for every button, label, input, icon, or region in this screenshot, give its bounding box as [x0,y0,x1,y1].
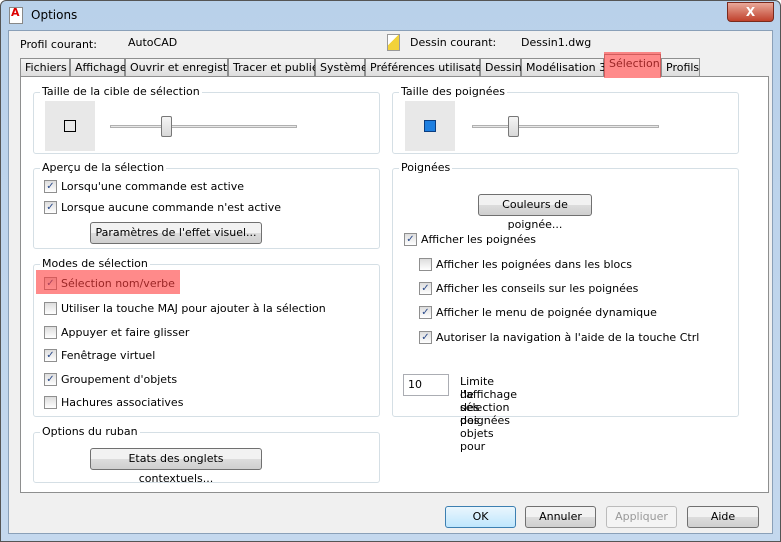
autocad-logo-icon [9,6,23,24]
checkbox-label: Afficher les poignées [421,233,537,246]
group-label: Poignées [399,161,453,174]
checkbox-label: Lorsqu'une commande est active [61,180,245,193]
grip-size-slider[interactable] [472,125,659,128]
grip-square-icon [424,120,436,132]
help-button[interactable]: Aide [687,506,759,528]
checkbox-icon[interactable] [44,326,57,339]
checkbox-checked-icon[interactable]: ✓ [44,349,57,362]
group-label: Options du ruban [40,425,140,438]
tab-5[interactable]: Préférences utilisateur [365,58,494,77]
checkbox-preview-inactive[interactable]: ✓ Lorsque aucune commande n'est active [44,201,281,214]
checkbox-checked-icon[interactable]: ✓ [44,373,57,386]
checkbox-preview-active[interactable]: ✓ Lorsqu'une commande est active [44,180,244,193]
checkbox-label: Afficher les conseils sur les poignées [436,282,639,295]
checkbox-label: Groupement d'objets [61,373,178,386]
grip-preview [405,101,455,151]
pickbox-slider-thumb[interactable] [161,116,173,137]
group-label: Taille des poignées [399,85,508,98]
checkbox-grip-4[interactable]: ✓ Autoriser la navigation à l'aide de la … [419,331,699,344]
apply-button[interactable]: Appliquer [606,506,677,528]
drawing-value: Dessin1.dwg [521,36,592,49]
ok-button[interactable]: OK [445,506,516,528]
grip-colors-button[interactable]: Couleurs de poignée... [478,194,592,231]
checkbox-icon[interactable] [44,302,57,315]
tab-0[interactable]: Fichiers [20,58,70,77]
checkbox-label: Utiliser la touche MAJ pour ajouter à la… [61,302,326,315]
checkbox-checked-icon[interactable]: ✓ [44,277,57,290]
checkbox-grip-1[interactable]: Afficher les poignées dans les blocs [419,258,632,271]
checkbox-mode-5[interactable]: Hachures associatives [44,396,183,409]
checkbox-label: Afficher le menu de poignée dynamique [436,306,657,319]
checkbox-icon[interactable] [419,258,432,271]
checkbox-checked-icon[interactable]: ✓ [44,180,57,193]
checkbox-checked-icon[interactable]: ✓ [404,233,417,246]
group-label: Aperçu de la sélection [40,161,167,174]
pickbox-slider[interactable] [110,125,297,128]
pickbox-square-icon [64,120,76,132]
checkbox-grip-0[interactable]: ✓ Afficher les poignées [404,233,536,246]
checkbox-checked-icon[interactable]: ✓ [44,201,57,214]
tab-3[interactable]: Tracer et publier [228,58,323,77]
tab-2[interactable]: Ouvrir et enregistrer [125,58,243,77]
tab-1[interactable]: Affichage [70,58,127,77]
group-label: Taille de la cible de sélection [40,85,202,98]
checkbox-label: Hachures associatives [61,396,184,409]
checkbox-grip-2[interactable]: ✓ Afficher les conseils sur les poignées [419,282,638,295]
checkbox-mode-4[interactable]: ✓ Groupement d'objets [44,373,177,386]
grip-limit-input[interactable]: 10 [403,374,449,396]
checkbox-label: Fenêtrage virtuel [61,349,156,362]
grip-limit-label-2: l'affichage des poignées [460,388,517,427]
checkbox-label: Afficher les poignées dans les blocs [436,258,633,271]
window-title: Options [31,8,78,22]
contextual-tab-states-button[interactable]: Etats des onglets contextuels... [90,448,262,485]
checkbox-mode-2[interactable]: Appuyer et faire glisser [44,326,189,339]
checkbox-checked-icon[interactable]: ✓ [419,331,432,344]
cancel-button[interactable]: Annuler [525,506,596,528]
checkbox-label: Autoriser la navigation à l'aide de la t… [436,331,700,344]
visual-effect-settings-button[interactable]: Paramètres de l'effet visuel... [90,222,262,244]
checkbox-label: Sélection nom/verbe [61,277,175,290]
profile-label: Profil courant: [20,38,97,51]
checkbox-checked-icon[interactable]: ✓ [419,306,432,319]
checkbox-grip-3[interactable]: ✓ Afficher le menu de poignée dynamique [419,306,657,319]
grip-size-slider-thumb[interactable] [508,116,520,137]
tab-9[interactable]: Profils [661,58,700,77]
checkbox-mode-1[interactable]: Utiliser la touche MAJ pour ajouter à la… [44,302,326,315]
tab-8[interactable]: Sélection [604,54,661,77]
checkbox-mode-3[interactable]: ✓ Fenêtrage virtuel [44,349,155,362]
checkbox-label: Appuyer et faire glisser [61,326,190,339]
checkbox-icon[interactable] [44,396,57,409]
drawing-icon [387,34,400,51]
group-label: Modes de sélection [40,257,150,270]
checkbox-label: Lorsque aucune commande n'est active [61,201,282,214]
drawing-label: Dessin courant: [410,36,497,49]
tab-6[interactable]: Dessin [480,58,522,77]
checkbox-checked-icon[interactable]: ✓ [419,282,432,295]
pickbox-preview [45,101,95,151]
checkbox-mode-0[interactable]: ✓ Sélection nom/verbe [44,277,175,290]
tab-4[interactable]: Système [315,58,368,77]
tab-7[interactable]: Modélisation 3D [521,58,615,77]
profile-value: AutoCAD [128,36,178,49]
close-button[interactable]: X [727,2,774,22]
